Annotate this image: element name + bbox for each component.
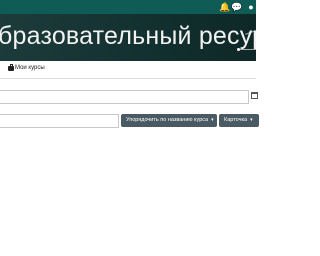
banner-decoration-dot [237,48,240,51]
view-dropdown-button[interactable]: Карточка ▾ [219,114,259,127]
site-title: бразовательный ресурс [0,22,256,50]
banner-decoration-line [238,49,256,50]
caret-down-icon: ▾ [211,117,214,123]
user-menu-icon[interactable]: ● [246,2,256,12]
nav-item-label: Мои курсы [15,65,45,71]
bell-icon[interactable]: 🔔 [219,2,230,12]
caret-down-icon: ▾ [250,117,253,123]
sort-button-label: Упорядочить по названию курса [126,117,209,123]
sort-dropdown-button[interactable]: Упорядочить по названию курса ▾ [121,114,217,127]
view-button-label: Карточка [224,117,248,123]
date-field[interactable] [0,90,249,104]
calendar-icon[interactable] [251,92,258,99]
nav-item-my-courses[interactable]: Мои курсы [8,64,45,71]
site-banner: бразовательный ресурс [0,14,256,61]
top-bar: 🔔 💬 ● [0,0,256,14]
search-input[interactable] [0,114,119,128]
briefcase-icon [8,64,14,71]
main-nav: Мои курсы [0,61,256,79]
chat-icon[interactable]: 💬 [231,2,242,12]
